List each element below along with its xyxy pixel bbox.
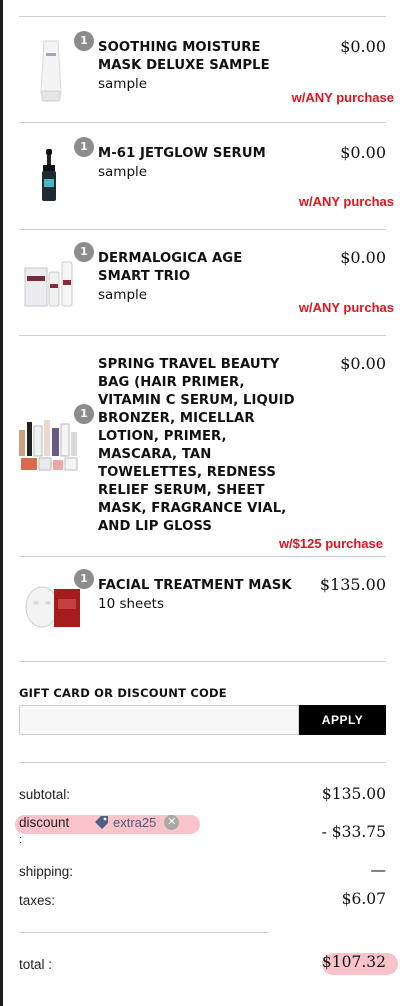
- product-variant: 10 sheets: [98, 596, 164, 612]
- cart-item-travel-beauty-bag: 1 SPRING TRAVEL BEAUTY BAG (HAIR PRIMER, V…: [19, 336, 386, 556]
- cart-item-age-smart-trio: 1 DERMALOGICA AGE SMART TRIO sample $0.00…: [19, 230, 394, 335]
- product-variant: sample: [98, 287, 148, 303]
- quantity-badge: 1: [74, 31, 94, 51]
- apply-button[interactable]: APPLY: [299, 705, 386, 735]
- product-image-mask: [25, 586, 80, 628]
- gift-card-label: GIFT CARD OR DISCOUNT CODE: [19, 686, 227, 700]
- promo-note: w/ANY purchas: [298, 194, 394, 209]
- taxes-value: $6.07: [341, 890, 386, 908]
- product-name: FACIAL TREATMENT MASK: [98, 578, 292, 593]
- product-name: M-61 JETGLOW SERUM: [98, 146, 266, 161]
- taxes-label: taxes:: [19, 893, 56, 908]
- quantity-badge: 1: [74, 569, 94, 589]
- section-divider: [19, 762, 386, 763]
- discount-code-text: extra25: [113, 814, 157, 830]
- total-label: total :: [19, 957, 53, 972]
- cart-item-facial-treatment-mask: 1 FACIAL TREATMENT MASK 10 sheets $135.0…: [19, 557, 386, 661]
- quantity-badge: 1: [74, 404, 94, 424]
- product-image-trio: [24, 261, 73, 307]
- remove-circle-icon[interactable]: ✕: [164, 814, 180, 830]
- quantity-badge: 1: [74, 242, 94, 262]
- quantity-badge: 1: [74, 137, 94, 157]
- promo-note: w/ANY purchas: [298, 300, 394, 315]
- discount-colon: :: [19, 834, 23, 846]
- product-variant: sample: [98, 76, 148, 92]
- product-image-dropper: [42, 149, 56, 201]
- shipping-value: —: [370, 861, 387, 879]
- cart-item-jetglow-serum: 1 M-61 JETGLOW SERUM sample $0.00 w/ANY …: [19, 123, 394, 229]
- product-image-kit: [19, 420, 78, 471]
- applied-discount-tag: extra25 ✕: [94, 814, 180, 830]
- window-edge: [0, 0, 3, 1006]
- subtotal-value: $135.00: [321, 785, 386, 803]
- product-price: $135.00: [319, 575, 386, 594]
- product-price: $0.00: [340, 354, 386, 373]
- promo-note: w/ANY purchase: [291, 90, 394, 105]
- discount-value: - $33.75: [321, 823, 386, 841]
- total-divider: [19, 932, 269, 933]
- discount-code-input[interactable]: [19, 705, 299, 735]
- product-price: $0.00: [340, 37, 386, 56]
- discount-label: discount: [19, 815, 70, 830]
- product-variant: sample: [98, 164, 148, 180]
- subtotal-label: subtotal:: [19, 787, 71, 802]
- cart-item-soothing-mask: 1 SOOTHING MOISTURE MASK DELUXE SAMPLE sa…: [19, 17, 394, 122]
- product-price: $0.00: [340, 248, 386, 267]
- product-name: DERMALOGICA AGE SMART TRIO: [98, 251, 243, 284]
- tag-icon: [95, 816, 108, 829]
- product-name: SOOTHING MOISTURE MASK DELUXE SAMPLE: [98, 40, 270, 73]
- section-divider: [19, 661, 386, 662]
- product-name: SPRING TRAVEL BEAUTY BAG (HAIR PRIMER, VIT…: [98, 357, 295, 534]
- product-price: $0.00: [340, 143, 386, 162]
- total-value: $107.32: [321, 953, 386, 971]
- promo-note: w/$125 purchase: [278, 536, 383, 551]
- shipping-label: shipping:: [19, 864, 74, 879]
- product-image-tube: [40, 40, 62, 102]
